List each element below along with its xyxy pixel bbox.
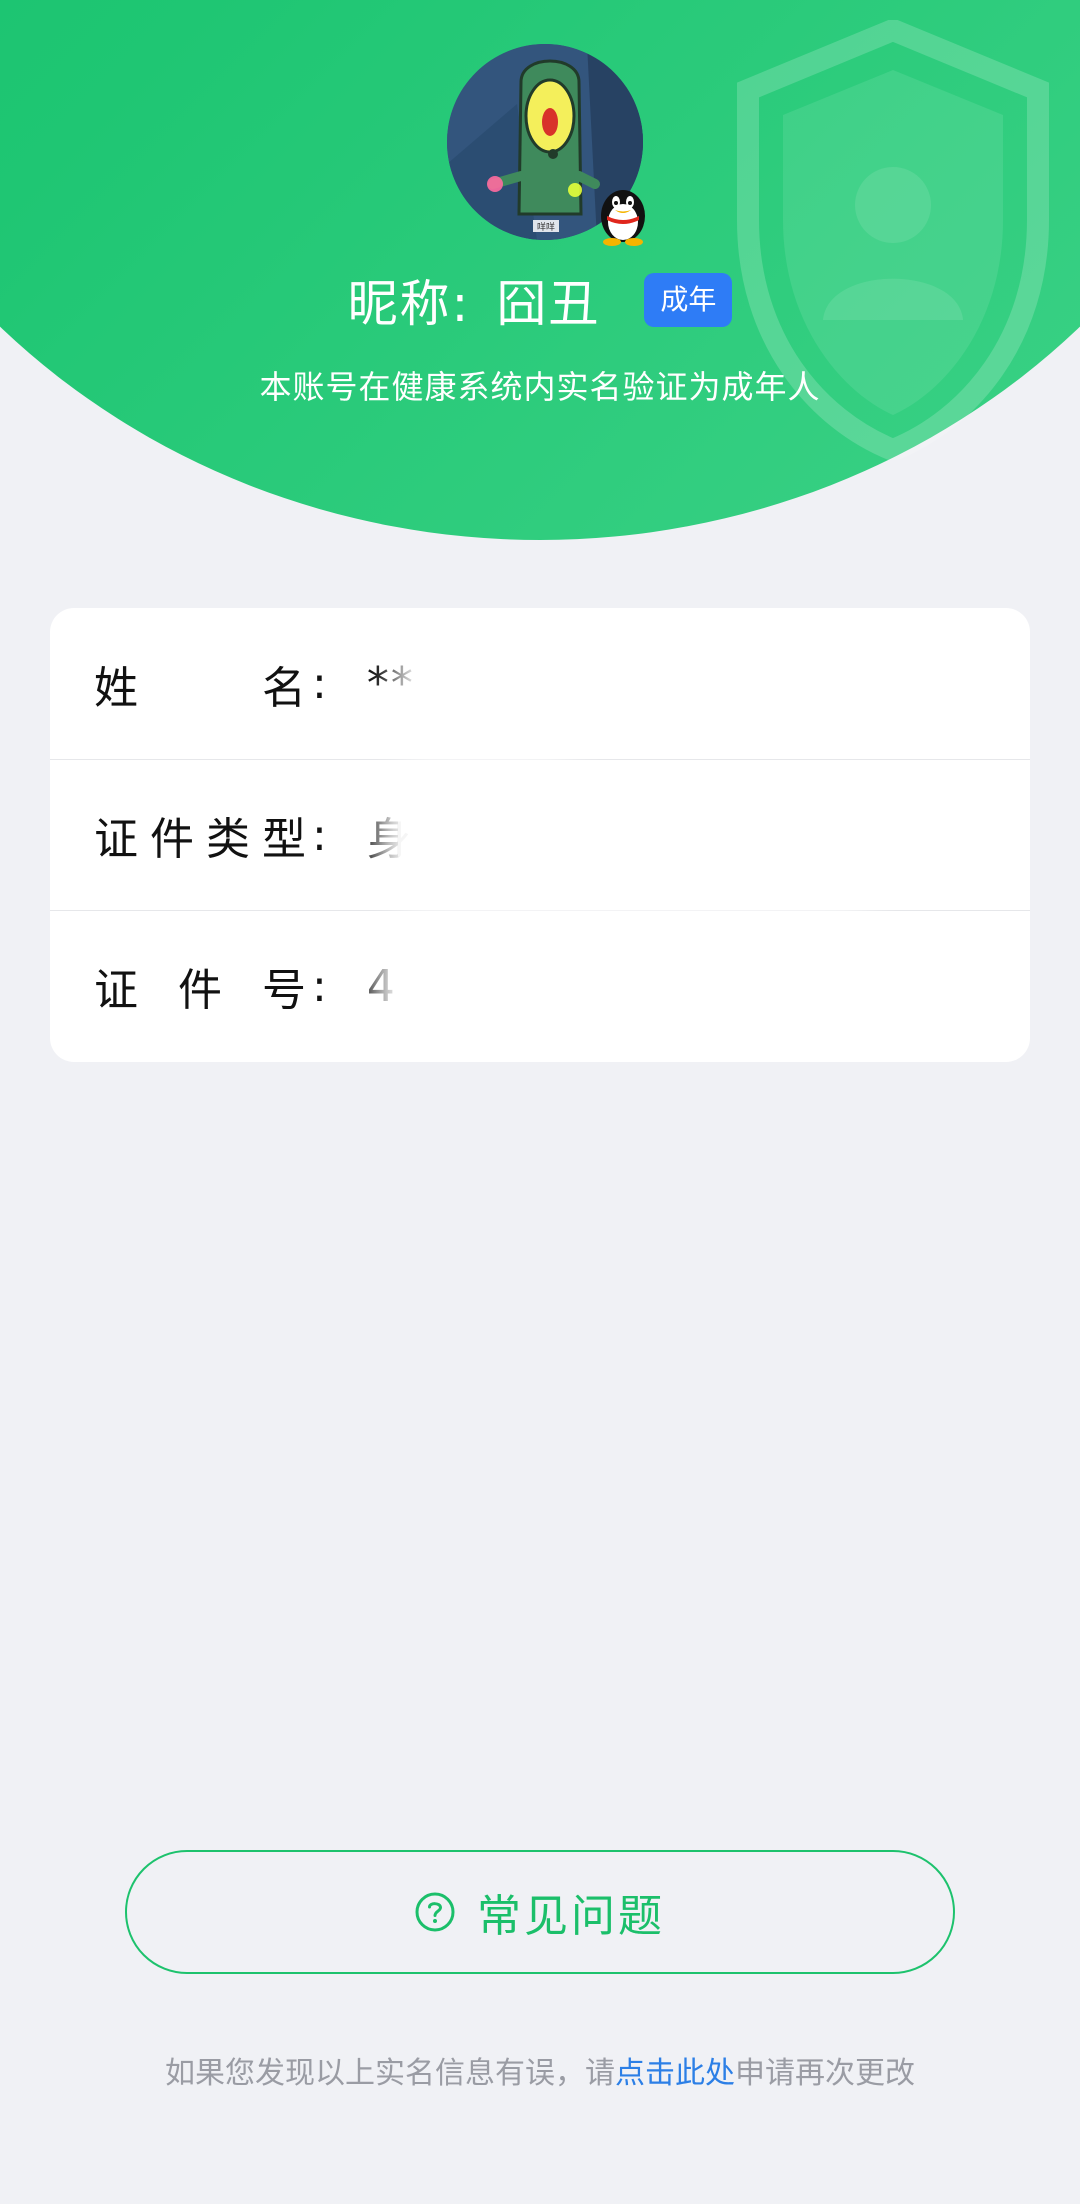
name-colon: : [312,658,327,709]
nickname-row: 昵称: 囧丑 成年 [0,262,1080,338]
faq-button[interactable]: 常见问题 [125,1850,955,1974]
nickname-label: 昵称: [347,275,471,333]
id-type-colon: : [312,809,327,861]
avatar-caption: 咩咩 [537,221,555,233]
redaction-mask [415,626,555,744]
verification-subtitle: 本账号在健康系统内实名验证为成年人 [259,368,821,406]
info-row-id-number: 证 件 号 : 4 [50,910,1030,1061]
avatar-container[interactable]: 咩咩 [447,44,645,246]
info-row-id-type: 证 件 类 型 : 身 [50,759,1030,910]
footer-suffix: 申请再次更改 [735,2056,915,2091]
identity-info-card: 姓 名 : ** 证 件 类 型 : 身 证 件 号 : 4 [50,608,1030,1062]
qq-penguin-icon [601,190,645,246]
id-number-value: 4 [366,960,397,1012]
change-request-link[interactable]: 点击此处 [615,2056,735,2091]
id-type-label: 证 件 类 型 [94,814,306,865]
id-number-colon: : [312,960,327,1012]
header-banner: 咩咩 昵称: 囧丑 成年 本账号在健康系统内实名验证为成年人 [0,0,1080,545]
name-label: 姓 名 [94,662,306,714]
nickname-value: 囧丑 [496,275,601,333]
redaction-mask [395,929,875,1047]
info-row-name: 姓 名 : ** [50,608,1030,759]
redaction-mask [398,778,578,896]
name-value: ** [366,658,415,709]
footer-prefix: 如果您发现以上实名信息有误，请 [165,2056,615,2091]
id-number-label: 证 件 号 [94,965,306,1016]
footer-note: 如果您发现以上实名信息有误，请点击此处申请再次更改 [0,2048,1080,2092]
page: 咩咩 昵称: 囧丑 成年 本账号在健康系统内实名验证为成年人 姓 名: ** … [0,0,1080,2204]
faq-label: 常见问题 [477,1891,665,1942]
adult-badge: 成年 [644,273,733,327]
question-circle-icon [415,1892,455,1932]
